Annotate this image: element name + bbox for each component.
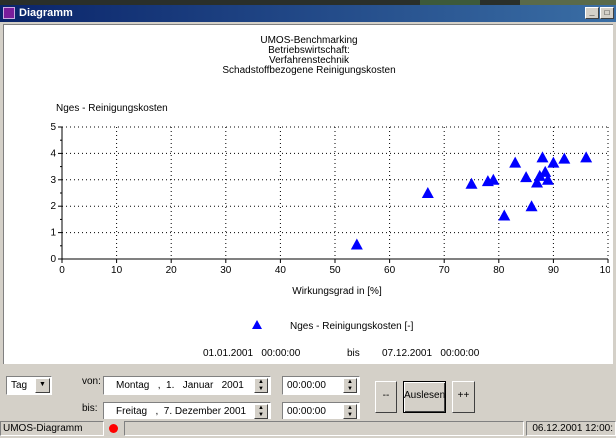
next-button[interactable]: ++ [452, 381, 475, 413]
status-datetime: 06.12.2001 12:00: [526, 421, 616, 436]
data-point [498, 209, 511, 221]
y-tick-label: 5 [50, 122, 56, 133]
data-point [350, 238, 363, 250]
x-tick-label: 0 [59, 265, 65, 276]
auslesen-button[interactable]: Auslesen [403, 381, 446, 413]
data-point [558, 152, 571, 164]
chevron-down-icon[interactable]: ▼ [35, 378, 50, 393]
diagram-window: Diagramm _ □ UMOS-Benchmarking Betriebsw… [0, 5, 616, 438]
from-time-value: 00:00:00 [287, 380, 326, 391]
range-to-text: 07.12.2001 00:00:00 [382, 348, 480, 359]
x-tick-label: 90 [548, 265, 560, 276]
x-tick-label: 20 [166, 265, 178, 276]
maximize-button[interactable]: □ [600, 7, 614, 19]
x-tick-label: 60 [384, 265, 396, 276]
data-point [421, 187, 434, 198]
data-point [465, 177, 478, 189]
period-value: Tag [11, 380, 28, 391]
to-date-value: Freitag , 7. Dezember 2001 [116, 406, 247, 417]
control-panel: Tag ▼ von: bis: Montag , 1. Januar 2001 … [0, 365, 616, 421]
bis-label: bis: [82, 403, 98, 414]
x-tick-label: 50 [329, 265, 341, 276]
range-from-text: 01.01.2001 00:00:00 [203, 348, 301, 359]
status-pane-empty [124, 421, 524, 436]
spin-down-icon[interactable]: ▼ [255, 412, 267, 419]
minimize-button[interactable]: _ [585, 7, 599, 19]
x-tick-label: 80 [493, 265, 505, 276]
from-date-value: Montag , 1. Januar 2001 [116, 380, 244, 391]
legend-triangle-icon [252, 320, 262, 329]
scatter-plot: Nges - Reinigungskosten Wirkungsgrad in … [50, 103, 610, 297]
from-time-picker[interactable]: 00:00:00 ▲ ▼ [282, 376, 360, 395]
y-tick-label: 4 [50, 148, 56, 159]
status-indicator-icon [109, 424, 118, 433]
y-tick-label: 1 [50, 228, 56, 239]
app-icon [3, 7, 15, 19]
status-app-name: UMOS-Diagramm [0, 421, 104, 436]
data-point [525, 200, 538, 212]
spin-down-icon[interactable]: ▼ [255, 386, 267, 393]
previous-button[interactable]: -- [375, 381, 397, 413]
x-axis-label: Wirkungsgrad in [%] [292, 286, 382, 297]
legend-label: Nges - Reinigungskosten [-] [290, 321, 414, 332]
data-point [509, 156, 522, 168]
window-title: Diagramm [19, 7, 73, 19]
x-tick-label: 10 [111, 265, 123, 276]
y-axis-label: Nges - Reinigungskosten [56, 103, 168, 114]
data-point [547, 156, 560, 168]
from-time-spinner[interactable]: ▲ ▼ [343, 378, 357, 393]
x-tick-label: 100 [600, 265, 610, 276]
data-point [520, 171, 533, 183]
y-tick-label: 0 [50, 254, 56, 265]
y-tick-label: 3 [50, 175, 56, 186]
x-tick-label: 30 [220, 265, 232, 276]
to-time-spinner[interactable]: ▲ ▼ [343, 404, 357, 419]
y-tick-label: 2 [50, 201, 56, 212]
period-select[interactable]: Tag ▼ [6, 376, 52, 395]
x-tick-label: 40 [275, 265, 287, 276]
to-date-spinner[interactable]: ▲ ▼ [254, 404, 268, 419]
status-bar: UMOS-Diagramm 06.12.2001 12:00: [0, 419, 616, 438]
spin-down-icon[interactable]: ▼ [344, 412, 356, 419]
von-label: von: [82, 376, 101, 387]
from-date-spinner[interactable]: ▲ ▼ [254, 378, 268, 393]
x-tick-label: 70 [439, 265, 451, 276]
from-date-picker[interactable]: Montag , 1. Januar 2001 ▲ ▼ [103, 376, 271, 395]
to-time-value: 00:00:00 [287, 406, 326, 417]
range-bis-text: bis [347, 348, 360, 359]
spin-down-icon[interactable]: ▼ [344, 386, 356, 393]
chart-area: UMOS-Benchmarking Betriebswirtschaft: Ve… [3, 24, 613, 364]
title-bar[interactable]: Diagramm _ □ [0, 5, 616, 22]
